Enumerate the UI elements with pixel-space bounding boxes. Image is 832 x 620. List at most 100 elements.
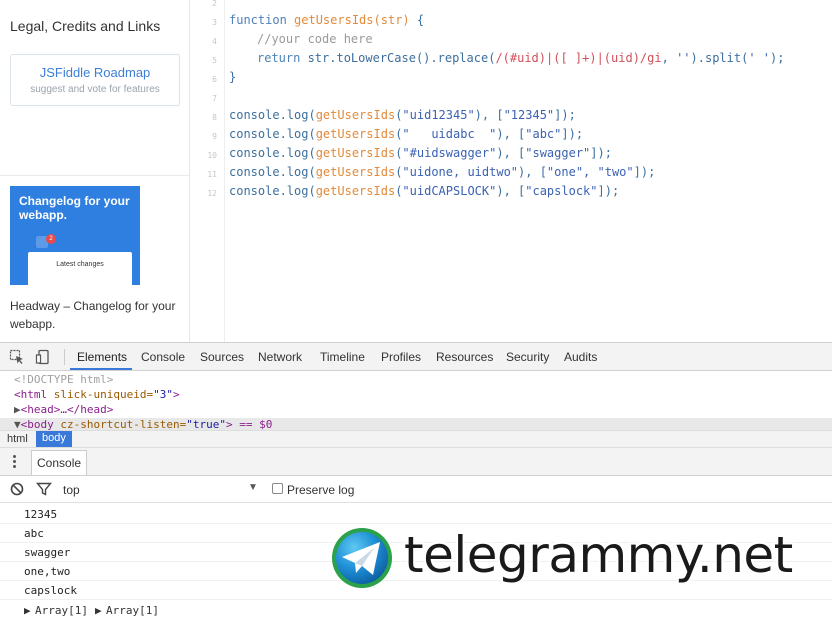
expand-array-icon[interactable]: ▶ xyxy=(24,604,31,617)
inspect-element-icon[interactable] xyxy=(9,349,25,365)
line-number: 5 xyxy=(212,56,217,65)
code-line-call: console.log(getUsersIds("#uidswagger"), … xyxy=(229,146,612,160)
code-text: ]); xyxy=(633,165,656,179)
code-text: console.log( xyxy=(229,165,316,179)
collapse-triangle-icon[interactable]: ▼ xyxy=(14,418,21,430)
code-function-name: getUsersIds xyxy=(315,108,396,122)
active-tab-indicator xyxy=(70,368,132,370)
watermark-text: telegrammy.net xyxy=(404,526,793,584)
line-number: 11 xyxy=(207,170,217,179)
code-string: ' ' xyxy=(748,51,770,65)
code-text: ).split( xyxy=(690,51,749,65)
code-text: ), [ xyxy=(518,165,547,179)
code-text: str.toLowerCase().replace( xyxy=(300,51,496,65)
telegram-logo-icon xyxy=(332,528,392,588)
tab-network[interactable]: Network xyxy=(258,350,302,364)
dom-node-body[interactable]: ▼<body cz-shortcut-listen="true"> == $0 xyxy=(14,418,272,430)
roadmap-title[interactable]: JSFiddle Roadmap xyxy=(11,65,179,80)
dom-node-doctype[interactable]: <!DOCTYPE html> xyxy=(14,373,113,386)
code-string: '' xyxy=(676,51,691,65)
tab-security[interactable]: Security xyxy=(506,350,549,364)
line-number: 6 xyxy=(212,75,217,84)
line-number: 4 xyxy=(212,37,217,46)
code-string: "swagger" xyxy=(525,146,591,160)
drawer-tab-console[interactable]: Console xyxy=(31,450,88,475)
tab-sources[interactable]: Sources xyxy=(200,350,244,364)
tab-elements[interactable]: Elements xyxy=(77,350,127,364)
code-brace: { xyxy=(409,13,425,27)
tab-console[interactable]: Console xyxy=(141,350,185,364)
breadcrumb: html body xyxy=(0,430,832,448)
code-string: "uidCAPSLOCK" xyxy=(402,184,497,198)
tag-text: > == $0 xyxy=(225,418,273,430)
toolbar-separator xyxy=(64,349,65,365)
code-function-name: getUsersIds xyxy=(315,127,396,141)
breadcrumb-html[interactable]: html xyxy=(7,433,28,445)
code-line-comment: //your code here xyxy=(257,32,373,46)
doctype-text: <!DOCTYPE html> xyxy=(14,373,114,386)
devtools-tabbar: Elements Console Sources Network Timelin… xyxy=(0,343,832,371)
code-line-call: console.log(getUsersIds("uid12345"), ["1… xyxy=(229,108,576,122)
code-line-close: } xyxy=(229,70,236,84)
console-message-text: swagger xyxy=(24,546,71,559)
code-string: "one", "two" xyxy=(546,165,634,179)
code-function-name: getUsersIds xyxy=(315,165,396,179)
tab-audits[interactable]: Audits xyxy=(564,350,597,364)
attr-name: slick-uniqueid= xyxy=(47,388,154,401)
execution-context-select[interactable]: top xyxy=(63,483,80,497)
kebab-menu-icon[interactable] xyxy=(13,455,16,469)
dom-node-head[interactable]: ▶<head>…</head> xyxy=(14,403,113,416)
code-function-name: getUsersIds xyxy=(315,184,396,198)
dom-node-html[interactable]: <html slick-uniqueid="3"> xyxy=(14,388,180,401)
console-message: 12345 xyxy=(0,505,832,524)
code-line-return: return str.toLowerCase().replace(/(#uid)… xyxy=(257,51,784,65)
array-object[interactable]: Array[1] xyxy=(35,604,88,617)
filter-icon[interactable] xyxy=(36,481,52,497)
ad-caption-link[interactable]: Headway – Changelog for your webapp. xyxy=(10,297,185,333)
code-text: ]); xyxy=(597,184,620,198)
legal-credits-links-heading[interactable]: Legal, Credits and Links xyxy=(10,18,160,34)
line-number: 3 xyxy=(212,18,217,27)
expand-array-icon[interactable]: ▶ xyxy=(95,604,102,617)
chevron-down-icon[interactable]: ▼ xyxy=(248,482,258,493)
code-editor[interactable]: 2 3 4 5 6 7 8 9 10 11 12 function getUse… xyxy=(190,0,832,342)
code-string: "abc" xyxy=(525,127,562,141)
code-text: ), [ xyxy=(474,108,504,122)
code-keyword: function xyxy=(229,13,287,27)
clear-console-icon[interactable] xyxy=(9,481,25,497)
code-string: "12345" xyxy=(503,108,555,122)
line-gutter: 2 3 4 5 6 7 8 9 10 11 12 xyxy=(190,0,225,342)
code-text: ]); xyxy=(554,108,576,122)
tab-timeline[interactable]: Timeline xyxy=(320,350,365,364)
code-text: console.log( xyxy=(229,108,316,122)
code-text: console.log( xyxy=(229,184,316,198)
code-comment: //your code here xyxy=(257,32,373,46)
expand-triangle-icon[interactable]: ▶ xyxy=(14,403,21,416)
code-string: "#uidswagger" xyxy=(402,146,497,160)
code-string: " uidabc " xyxy=(402,127,497,141)
roadmap-card[interactable]: JSFiddle Roadmap suggest and vote for fe… xyxy=(10,54,180,106)
tab-resources[interactable]: Resources xyxy=(436,350,493,364)
device-mode-icon[interactable] xyxy=(35,349,51,365)
preserve-log-label[interactable]: Preserve log xyxy=(287,483,354,497)
array-object[interactable]: Array[1] xyxy=(106,604,159,617)
code-string: "capslock" xyxy=(525,184,598,198)
ad-title: Changelog for your webapp. xyxy=(19,194,130,222)
notification-badge: 2 xyxy=(46,234,56,244)
attr-name: cz-shortcut-listen= xyxy=(53,418,187,430)
breadcrumb-body[interactable]: body xyxy=(36,431,72,447)
drawer-tabbar: Console xyxy=(0,448,832,476)
tag-text: > xyxy=(172,388,180,401)
tag-text: <html xyxy=(14,388,48,401)
tab-profiles[interactable]: Profiles xyxy=(381,350,421,364)
code-line-call: console.log(getUsersIds(" uidabc "), ["a… xyxy=(229,127,583,141)
headway-ad-banner[interactable]: Changelog for your webapp. 2 Latest chan… xyxy=(10,186,140,285)
preserve-log-checkbox[interactable] xyxy=(272,483,283,494)
tag-text: <body xyxy=(20,418,54,430)
code-line-function: function getUsersIds(str) { xyxy=(229,13,424,27)
line-number: 9 xyxy=(212,132,217,141)
line-number: 10 xyxy=(207,151,217,160)
line-number: 2 xyxy=(212,0,217,8)
code-string: "uid12345" xyxy=(402,108,475,122)
code-function-name: getUsersIds xyxy=(315,146,396,160)
